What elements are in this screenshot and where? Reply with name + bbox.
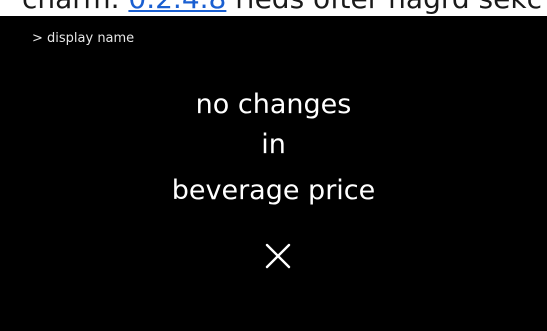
header-text: charm. 0.2.4.8 rieds ofter hagrd sekc	[22, 0, 542, 14]
close-icon	[265, 243, 291, 269]
header-text-suffix: rieds ofter hagrd sekc	[226, 0, 542, 15]
message-line-3: beverage price	[171, 175, 376, 206]
breadcrumb: > display name	[32, 31, 135, 46]
close-button[interactable]	[262, 240, 294, 272]
device-screen: > display name no changes in beverage pr…	[0, 16, 547, 331]
message-line-2: in	[261, 129, 286, 160]
page-header-strip: charm. 0.2.4.8 rieds ofter hagrd sekc	[0, 0, 547, 16]
header-link[interactable]: 0.2.4.8	[128, 0, 226, 15]
header-text-prefix: charm.	[22, 0, 128, 15]
message-line-1: no changes	[195, 89, 352, 120]
